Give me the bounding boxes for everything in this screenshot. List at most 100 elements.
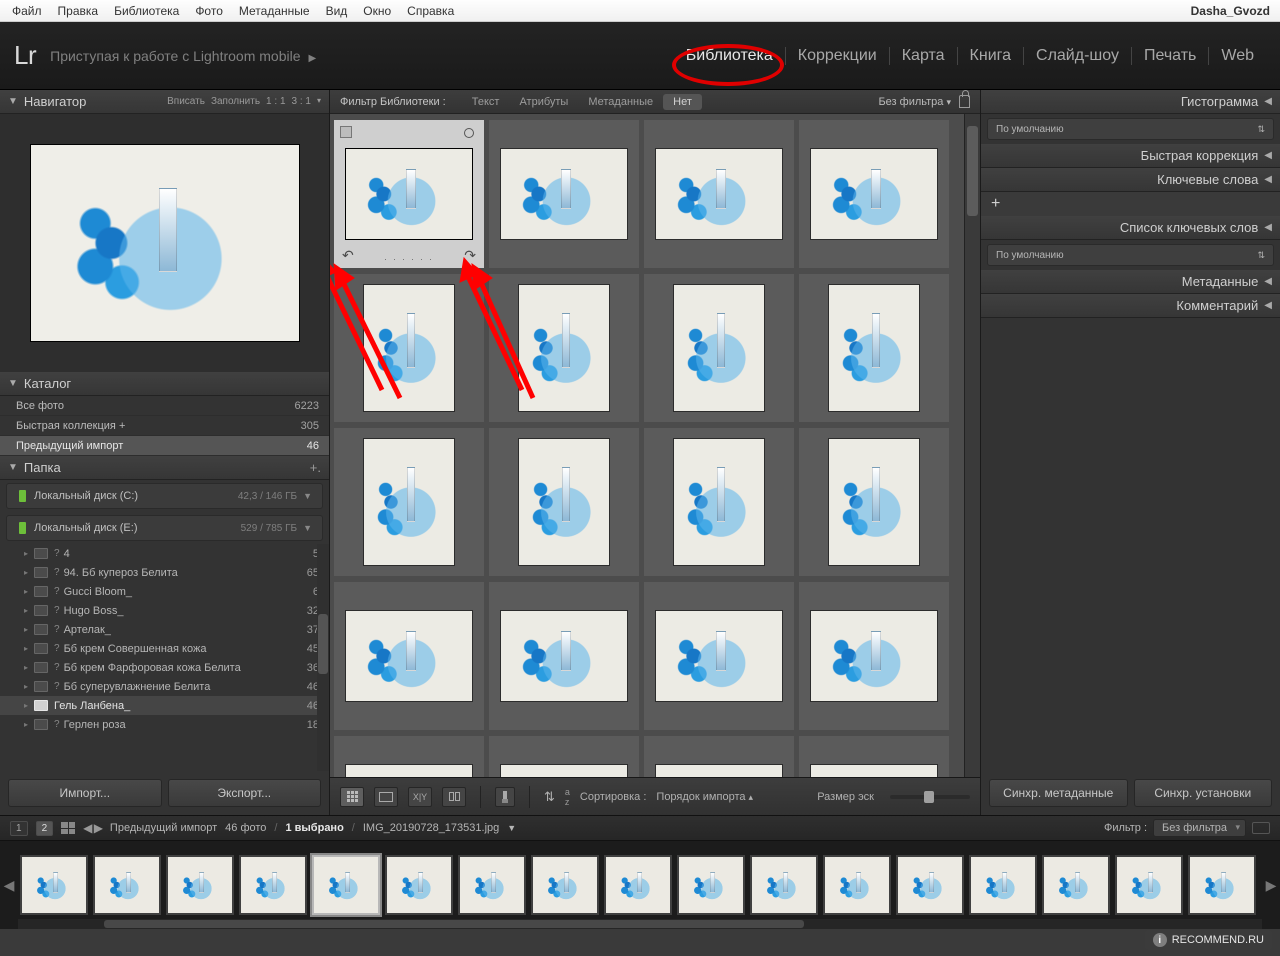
drive-e[interactable]: Локальный диск (E:) 529 / 785 ГБ ▼ xyxy=(6,515,323,541)
filmstrip-thumb[interactable] xyxy=(604,855,672,915)
view-grid-button[interactable] xyxy=(340,787,364,807)
catalog-row-quick[interactable]: Быстрая коллекция +305 xyxy=(0,416,329,436)
filmstrip-thumb[interactable] xyxy=(166,855,234,915)
sort-direction-icon[interactable]: ⇅ xyxy=(544,789,555,805)
import-button[interactable]: Импорт... xyxy=(8,779,162,807)
menu-library[interactable]: Библиотека xyxy=(106,2,187,20)
menu-file[interactable]: Файл xyxy=(4,2,50,20)
catalog-header[interactable]: ▼Каталог xyxy=(0,372,329,396)
nav-3-1[interactable]: 3 : 1 xyxy=(292,96,311,107)
folder-row[interactable]: ▸?45 xyxy=(0,544,329,563)
module-develop[interactable]: Коррекции xyxy=(786,47,890,65)
grid-cell[interactable] xyxy=(644,274,794,422)
add-folder-icon[interactable]: +. xyxy=(310,460,321,475)
monitor-1-button[interactable]: 1 xyxy=(10,821,28,836)
filmstrip-right-arrow[interactable]: ▶ xyxy=(1262,841,1280,929)
fs-filter-switch-icon[interactable] xyxy=(1252,822,1270,834)
filter-preset-dropdown[interactable]: Без фильтра ▾ xyxy=(878,96,951,108)
catalog-row-prev-import[interactable]: Предыдущий импорт46 xyxy=(0,436,329,456)
nav-fit[interactable]: Вписать xyxy=(167,96,205,107)
menu-help[interactable]: Справка xyxy=(399,2,462,20)
metadata-preset[interactable]: По умолчанию⇅ xyxy=(987,244,1274,266)
grid-cell[interactable] xyxy=(334,274,484,422)
navigator-header[interactable]: ▼Навигатор Вписать Заполнить 1 : 1 3 : 1… xyxy=(0,90,329,114)
filmstrip-scrollbar[interactable] xyxy=(18,919,1262,929)
grid-cell[interactable] xyxy=(799,274,949,422)
menu-edit[interactable]: Правка xyxy=(50,2,107,20)
nav-fill[interactable]: Заполнить xyxy=(211,96,260,107)
catalog-row-all[interactable]: Все фото6223 xyxy=(0,396,329,416)
filmstrip-thumb[interactable] xyxy=(1188,855,1256,915)
grid-scrollbar[interactable] xyxy=(964,114,980,777)
module-library[interactable]: Библиотека xyxy=(674,47,786,65)
filmstrip-thumb[interactable] xyxy=(458,855,526,915)
filmstrip-thumb[interactable] xyxy=(823,855,891,915)
keyword-list-header[interactable]: Список ключевых слов◀ xyxy=(981,216,1280,240)
folder-row[interactable]: ▸?94. Бб купероз Белита65 xyxy=(0,563,329,582)
module-book[interactable]: Книга xyxy=(958,47,1024,65)
grid-cell[interactable] xyxy=(644,120,794,268)
module-print[interactable]: Печать xyxy=(1132,47,1209,65)
grid-cell[interactable] xyxy=(334,428,484,576)
filmstrip-left-arrow[interactable]: ◀ xyxy=(0,841,18,929)
grid-cell[interactable] xyxy=(489,274,639,422)
rotate-right-icon[interactable]: ↷ xyxy=(464,247,476,264)
grid-cell[interactable] xyxy=(799,428,949,576)
grid-cell[interactable] xyxy=(489,120,639,268)
drive-c[interactable]: Локальный диск (C:) 42,3 / 146 ГБ ▼ xyxy=(6,483,323,509)
grid-cell[interactable]: ↶. . . . . .↷ xyxy=(334,120,484,268)
metadata-header[interactable]: Метаданные◀ xyxy=(981,270,1280,294)
filmstrip-thumb[interactable] xyxy=(20,855,88,915)
rotate-left-icon[interactable]: ↶ xyxy=(342,247,354,264)
histogram-header[interactable]: Гистограмма◀ xyxy=(981,90,1280,114)
view-compare-button[interactable]: X|Y xyxy=(408,787,432,807)
left-scrollbar[interactable] xyxy=(317,544,329,771)
filmstrip-thumb[interactable] xyxy=(896,855,964,915)
menu-photo[interactable]: Фото xyxy=(187,2,231,20)
grid-cell[interactable] xyxy=(334,736,484,777)
module-slideshow[interactable]: Слайд-шоу xyxy=(1024,47,1132,65)
flag-icon[interactable] xyxy=(340,126,352,138)
menu-window[interactable]: Окно xyxy=(355,2,399,20)
thumb-size-slider[interactable] xyxy=(890,795,970,799)
filmstrip-thumb[interactable] xyxy=(531,855,599,915)
keyword-add-button[interactable]: + xyxy=(981,192,1280,216)
filmstrip-thumb[interactable] xyxy=(677,855,745,915)
grid-cell[interactable] xyxy=(644,582,794,730)
folder-row[interactable]: ▸Гель Ланбена_46 xyxy=(0,696,329,715)
filmstrip-thumb[interactable] xyxy=(969,855,1037,915)
grid-cell[interactable] xyxy=(489,736,639,777)
module-map[interactable]: Карта xyxy=(890,47,958,65)
filmstrip-thumb[interactable] xyxy=(1115,855,1183,915)
filmstrip-thumb[interactable] xyxy=(312,855,380,915)
folders-header[interactable]: ▼Папка +. xyxy=(0,456,329,480)
comments-header[interactable]: Комментарий◀ xyxy=(981,294,1280,318)
lock-icon[interactable] xyxy=(959,95,970,108)
fs-filter-dropdown[interactable]: Без фильтра xyxy=(1153,819,1246,837)
module-web[interactable]: Web xyxy=(1209,47,1266,65)
folder-row[interactable]: ▸?Бб суперувлажнение Белита46 xyxy=(0,677,329,696)
sync-settings-button[interactable]: Синхр. установки xyxy=(1134,779,1273,807)
folder-row[interactable]: ▸?Бб крем Фарфоровая кожа Белита36 xyxy=(0,658,329,677)
grid-cell[interactable] xyxy=(334,582,484,730)
filter-tab-metadata[interactable]: Метаданные xyxy=(578,96,663,108)
menu-view[interactable]: Вид xyxy=(318,2,356,20)
grid-cell[interactable] xyxy=(799,120,949,268)
grid-cell[interactable] xyxy=(489,582,639,730)
grid-cell[interactable] xyxy=(799,736,949,777)
folder-row[interactable]: ▸?Бб крем Совершенная кожа45 xyxy=(0,639,329,658)
filmstrip-thumb[interactable] xyxy=(1042,855,1110,915)
filter-tab-none[interactable]: Нет xyxy=(663,94,702,110)
view-loupe-button[interactable] xyxy=(374,787,398,807)
nav-1-1[interactable]: 1 : 1 xyxy=(266,96,285,107)
filter-tab-text[interactable]: Текст xyxy=(462,96,510,108)
navigator-preview[interactable] xyxy=(0,114,329,372)
filmstrip-thumb[interactable] xyxy=(385,855,453,915)
folder-row[interactable]: ▸?Gucci Bloom_6 xyxy=(0,582,329,601)
grid-cell[interactable] xyxy=(644,736,794,777)
painter-tool-button[interactable] xyxy=(495,787,515,807)
filmstrip-thumb[interactable] xyxy=(93,855,161,915)
view-survey-button[interactable] xyxy=(442,787,466,807)
monitor-2-button[interactable]: 2 xyxy=(36,821,54,836)
filmstrip-thumb[interactable] xyxy=(750,855,818,915)
